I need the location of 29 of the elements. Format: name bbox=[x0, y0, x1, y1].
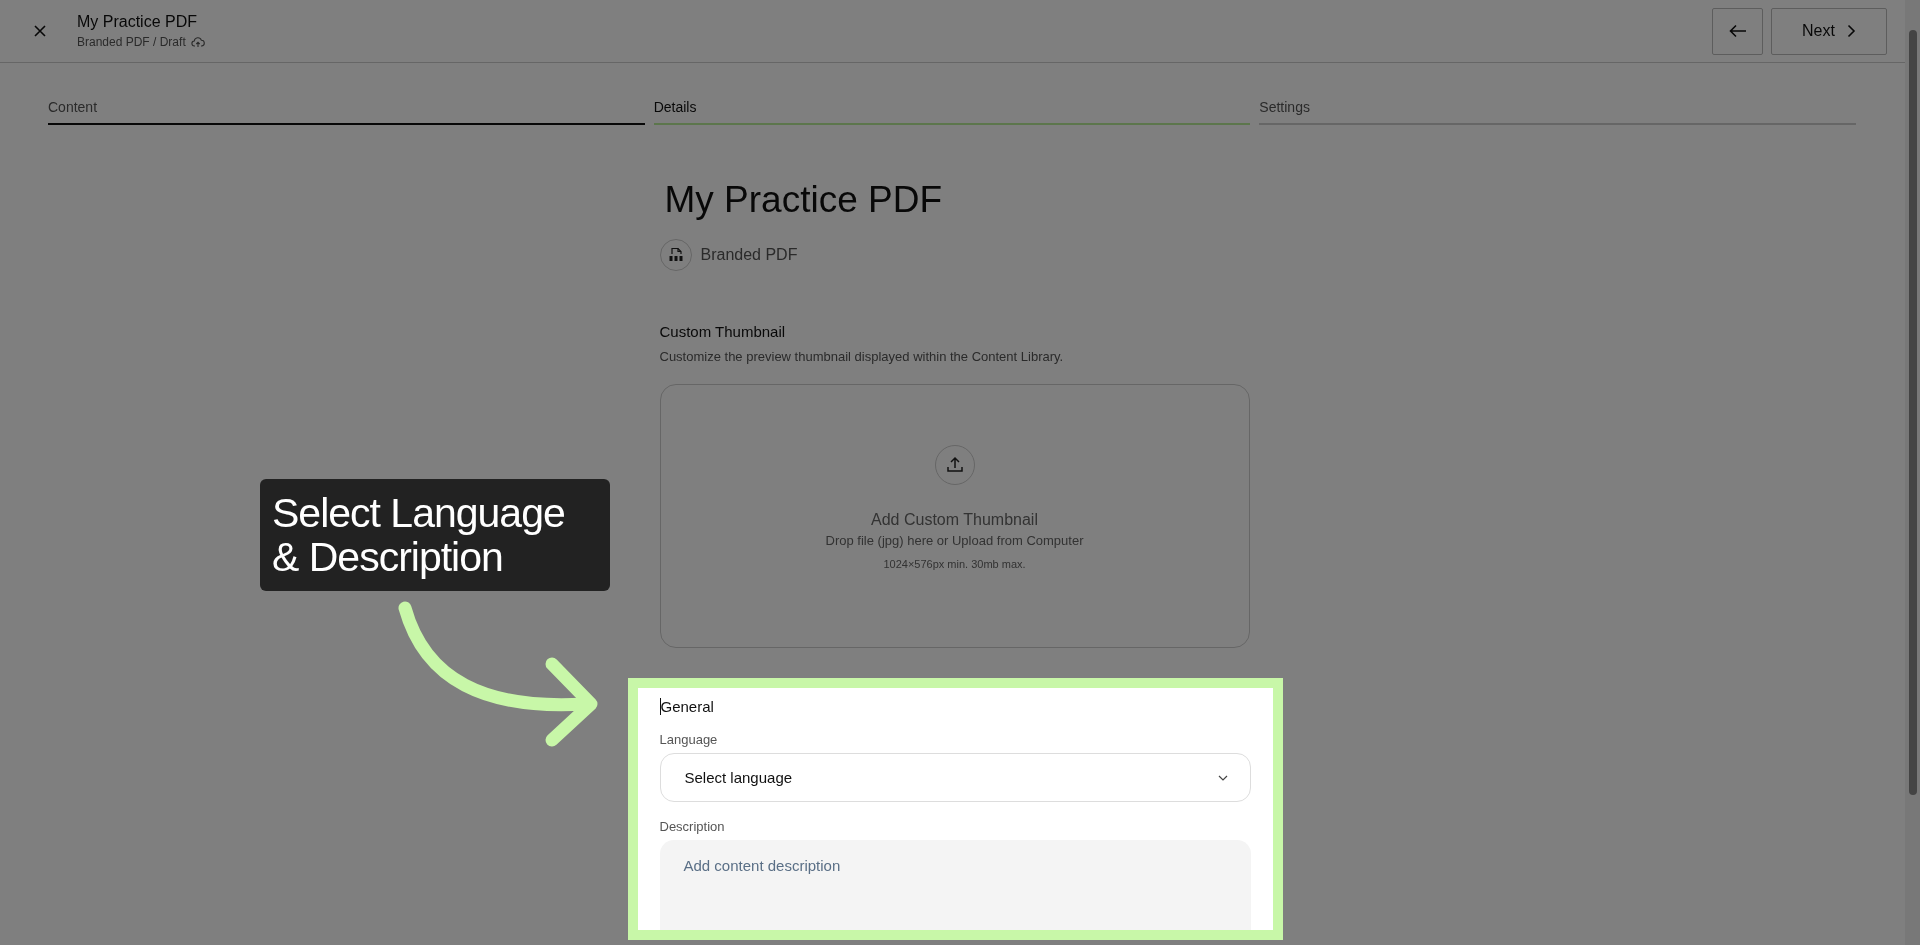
dropzone-hint: Drop file (jpg) here or Upload from Computer bbox=[825, 532, 1084, 548]
breadcrumb: Branded PDF / Draft bbox=[77, 35, 186, 49]
field-label: Language bbox=[659, 732, 719, 747]
document-title: My Practice PDF bbox=[77, 13, 198, 31]
text-cursor bbox=[659, 698, 661, 715]
close-icon[interactable] bbox=[33, 24, 47, 38]
cloud-upload-icon bbox=[190, 36, 205, 48]
scrollbar-thumb[interactable] bbox=[1908, 30, 1917, 795]
next-button[interactable]: Next bbox=[1771, 7, 1887, 55]
section-description: Customize the preview thumbnail displayed within the Content Library. bbox=[659, 349, 1065, 364]
field-label: Description bbox=[659, 819, 726, 834]
description-field[interactable]: Add content description bbox=[659, 840, 1251, 930]
scrollbar[interactable] bbox=[1905, 0, 1920, 945]
page-heading: My Practice PDF bbox=[664, 179, 944, 221]
chevron-down-icon bbox=[1217, 774, 1228, 781]
arrow-left-icon bbox=[1728, 24, 1747, 38]
thumbnail-dropzone[interactable]: Add Custom Thumbnail Drop file (jpg) here or Upload from Computer 1024×576px min. 30mb max. bbox=[659, 384, 1250, 648]
section-title: Custom Thumbnail bbox=[659, 323, 787, 340]
step-tab[interactable]: Settings bbox=[1259, 99, 1856, 125]
callout-label: Select Language & Description bbox=[260, 479, 610, 591]
section-title: General bbox=[660, 698, 714, 715]
language-dropdown[interactable]: Select language bbox=[659, 753, 1251, 802]
back-button[interactable] bbox=[1712, 7, 1763, 55]
dropzone-limits: 1024×576px min. 30mb max. bbox=[883, 557, 1026, 570]
dropzone-title: Add Custom Thumbnail bbox=[871, 510, 1038, 529]
chevron-right-icon bbox=[1846, 24, 1856, 38]
step-tab[interactable]: Content bbox=[48, 99, 645, 125]
content-type: Branded PDF bbox=[700, 246, 798, 264]
step-tab[interactable]: Details bbox=[653, 99, 1251, 125]
